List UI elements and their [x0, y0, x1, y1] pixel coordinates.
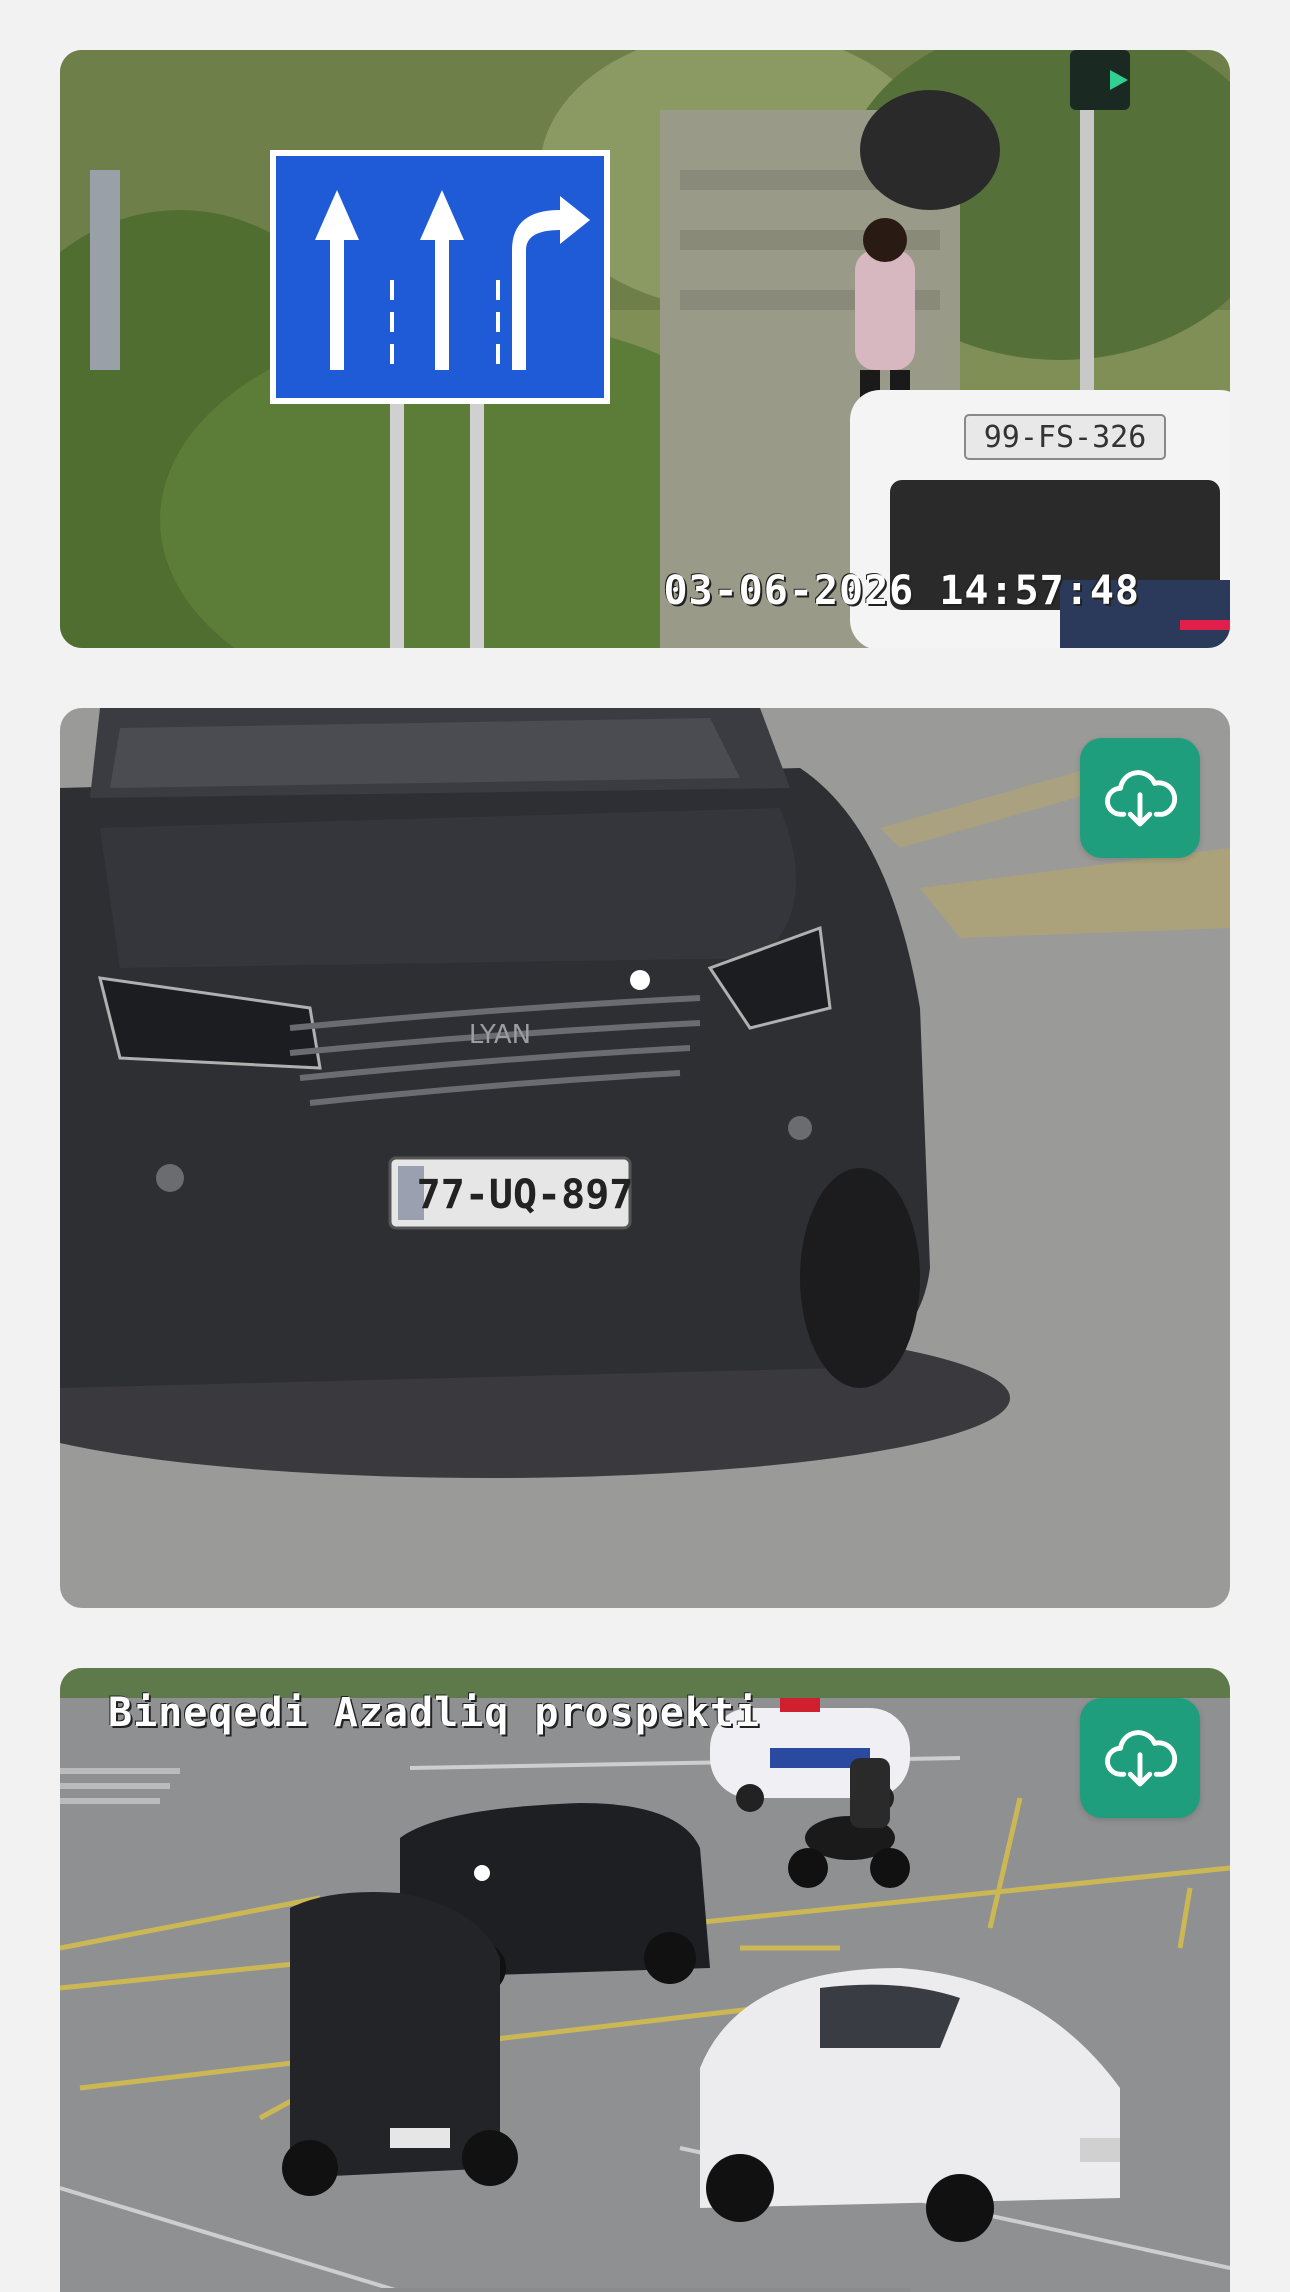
- plate-text: 77-UQ-897: [417, 1172, 634, 1218]
- svg-text:LYAN: LYAN: [469, 1020, 531, 1050]
- location-caption: Bineqedi Azadliq prospekti: [108, 1690, 761, 1736]
- photo-2-image: LYAN 77-UQ-897: [60, 708, 1230, 1608]
- evidence-photo-1[interactable]: 99-FS-326 03-06-2026 14:57:48: [60, 50, 1230, 648]
- photo-timestamp: 03-06-2026 14:57:48: [663, 568, 1140, 614]
- cloud-download-icon: [1105, 1730, 1178, 1787]
- plate-text: 99-FS-326: [984, 420, 1147, 455]
- evidence-photo-3[interactable]: Bineqedi Azadliq prospekti: [60, 1668, 1230, 2292]
- photo-feed: 99-FS-326 03-06-2026 14:57:48 LYAN 77-UQ…: [0, 0, 1290, 2292]
- evidence-photo-2[interactable]: LYAN 77-UQ-897: [60, 708, 1230, 1608]
- download-button[interactable]: [1080, 1698, 1200, 1818]
- cloud-download-icon: [1105, 770, 1178, 827]
- download-button[interactable]: [1080, 738, 1200, 858]
- photo-1-image: 99-FS-326: [60, 50, 1230, 648]
- photo-3-image: [60, 1668, 1230, 2292]
